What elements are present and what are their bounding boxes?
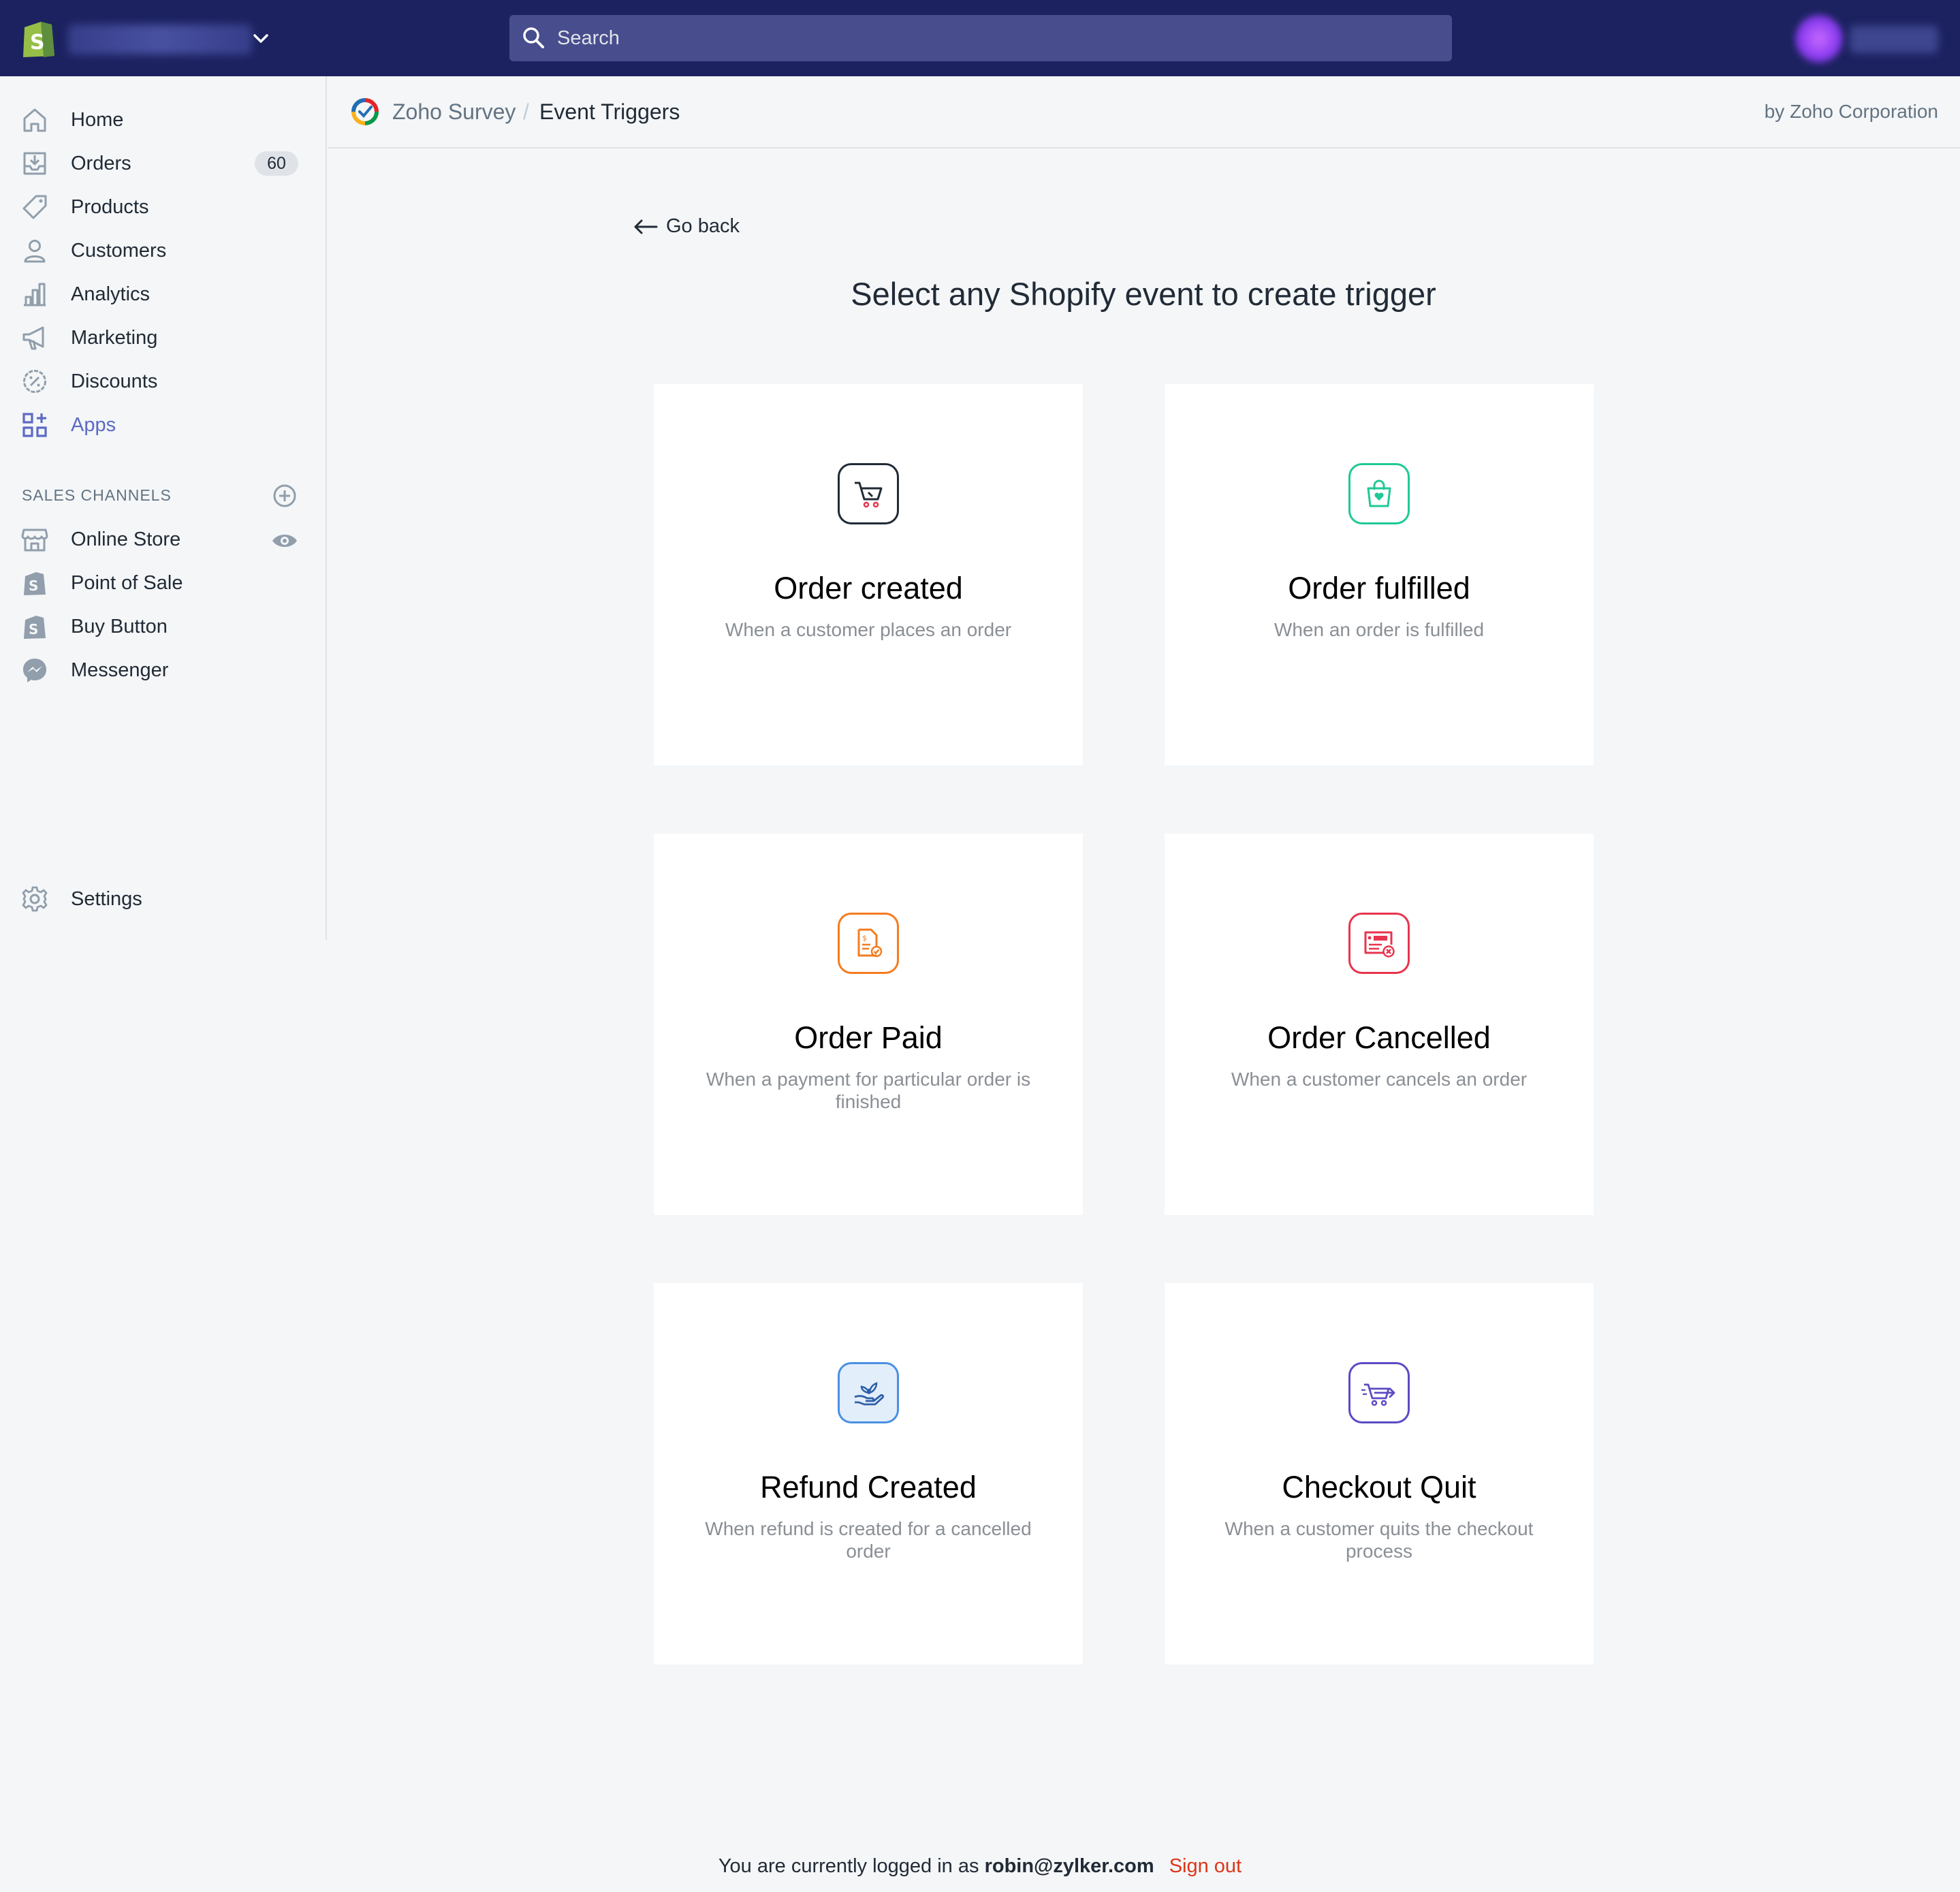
store-name-blurred[interactable]: [68, 25, 252, 54]
breadcrumb-app-link[interactable]: Zoho Survey: [392, 99, 516, 125]
breadcrumb-current-page: Event Triggers: [539, 99, 680, 124]
discount-badge-icon: [19, 366, 50, 397]
shopify-bag-icon: S: [19, 567, 50, 599]
tag-icon: [19, 191, 50, 223]
sidebar: Home Orders 60 Products Customers Analyt…: [0, 76, 327, 940]
arrow-left-icon: [634, 219, 658, 234]
search-icon: [523, 27, 544, 48]
sidebar-item-home[interactable]: Home: [19, 102, 305, 138]
app-developer-byline: by Zoho Corporation: [1764, 101, 1938, 122]
bar-chart-icon: [19, 279, 50, 310]
trigger-card-description: When refund is created for a cancelled o…: [705, 1518, 1032, 1562]
sidebar-item-buy-button[interactable]: S Buy Button: [19, 609, 305, 644]
login-status-prefix: You are currently logged in as: [718, 1855, 979, 1877]
sidebar-item-label: Home: [71, 108, 124, 131]
go-back-link[interactable]: Go back: [632, 215, 740, 238]
sidebar-item-label: Marketing: [71, 326, 158, 349]
home-icon: [19, 104, 50, 136]
sidebar-item-label: Buy Button: [71, 615, 168, 637]
sidebar-item-apps[interactable]: Apps: [19, 407, 305, 443]
login-status-footer: You are currently logged in as robin@zyl…: [0, 1855, 1960, 1878]
sidebar-item-label: Products: [71, 195, 149, 218]
sales-channels-heading: SALES CHANNELS: [22, 486, 172, 504]
chevron-down-icon[interactable]: [251, 29, 271, 49]
cancelled-order-icon: [1348, 913, 1410, 974]
sidebar-item-analytics[interactable]: Analytics: [19, 277, 305, 312]
sidebar-item-customers[interactable]: Customers: [19, 233, 305, 268]
trigger-card-title: Refund Created: [760, 1470, 977, 1504]
trigger-card-description: When a customer places an order: [725, 619, 1012, 640]
add-sales-channel-icon[interactable]: [271, 482, 298, 509]
sidebar-item-label: Analytics: [71, 283, 151, 305]
sidebar-item-products[interactable]: Products: [19, 189, 305, 225]
storefront-icon: [19, 524, 50, 555]
sidebar-item-label: Settings: [71, 887, 142, 910]
trigger-card-description: When a customer quits the checkout proce…: [1224, 1518, 1534, 1562]
sidebar-item-orders[interactable]: Orders 60: [19, 146, 305, 181]
top-bar: S: [0, 0, 1960, 76]
zoho-survey-logo-icon: [351, 98, 379, 125]
svg-text:S: S: [29, 621, 38, 637]
trigger-card-description: When an order is fulfilled: [1274, 619, 1485, 640]
trigger-card-order-paid[interactable]: $ Order Paid When a payment for particul…: [654, 834, 1083, 1215]
svg-text:$: $: [862, 934, 867, 943]
sidebar-item-point-of-sale[interactable]: S Point of Sale: [19, 565, 305, 601]
sidebar-item-discounts[interactable]: Discounts: [19, 364, 305, 399]
sidebar-item-label: Point of Sale: [71, 571, 183, 594]
gear-icon: [19, 883, 50, 915]
avatar[interactable]: [1795, 15, 1843, 63]
trigger-card-title: Order Paid: [794, 1020, 943, 1055]
account-name-blurred[interactable]: [1850, 26, 1938, 53]
sidebar-item-label: Orders: [71, 152, 131, 174]
eye-icon[interactable]: [270, 526, 300, 556]
sidebar-item-messenger[interactable]: Messenger: [19, 652, 305, 688]
megaphone-icon: [19, 322, 50, 353]
apps-grid-icon: [19, 409, 50, 441]
messenger-icon: [19, 655, 50, 686]
app-title-bar: Zoho Survey / Event Triggers by Zoho Cor…: [328, 76, 1960, 148]
trigger-card-description: When a payment for particular order is f…: [706, 1069, 1031, 1112]
go-back-label: Go back: [666, 215, 740, 237]
logged-in-email: robin@zylker.com: [984, 1855, 1154, 1877]
checkout-cart-icon: [1348, 1362, 1410, 1423]
refund-hand-icon: [838, 1362, 899, 1423]
page-heading: Select any Shopify event to create trigg…: [851, 276, 1436, 312]
orders-inbox-icon: [19, 148, 50, 179]
sidebar-item-settings[interactable]: Settings: [19, 881, 305, 917]
svg-text:S: S: [29, 578, 38, 594]
search-input[interactable]: [557, 22, 1436, 54]
shopping-bag-icon: [1348, 463, 1410, 524]
trigger-card-title: Checkout Quit: [1282, 1470, 1476, 1504]
trigger-card-title: Order Cancelled: [1267, 1020, 1491, 1055]
trigger-card-title: Order created: [774, 571, 963, 605]
trigger-card-title: Order fulfilled: [1288, 571, 1470, 605]
breadcrumb-separator: /: [523, 99, 529, 124]
trigger-card-refund-created[interactable]: Refund Created When refund is created fo…: [654, 1283, 1083, 1665]
trigger-card-order-cancelled[interactable]: Order Cancelled When a customer cancels …: [1165, 834, 1594, 1215]
sidebar-item-label: Customers: [71, 239, 167, 262]
trigger-card-order-fulfilled[interactable]: Order fulfilled When an order is fulfill…: [1165, 384, 1594, 766]
trigger-card-checkout-quit[interactable]: Checkout Quit When a customer quits the …: [1165, 1283, 1594, 1665]
shopify-bag-icon: S: [19, 611, 50, 642]
shopify-logo-icon[interactable]: S: [20, 18, 57, 59]
svg-text:S: S: [30, 31, 45, 54]
cart-icon: [838, 463, 899, 524]
trigger-card-order-created[interactable]: Order created When a customer places an …: [654, 384, 1083, 766]
orders-count-badge: 60: [255, 151, 298, 176]
sidebar-item-label: Messenger: [71, 659, 169, 681]
paid-invoice-icon: $: [838, 913, 899, 974]
sidebar-item-label: Discounts: [71, 370, 158, 392]
sidebar-item-label: Online Store: [71, 528, 181, 550]
person-icon: [19, 235, 50, 266]
trigger-card-description: When a customer cancels an order: [1231, 1069, 1528, 1090]
sidebar-item-marketing[interactable]: Marketing: [19, 320, 305, 356]
sidebar-item-label: Apps: [71, 413, 116, 436]
sign-out-link[interactable]: Sign out: [1169, 1855, 1242, 1877]
sidebar-item-online-store[interactable]: Online Store: [19, 522, 305, 557]
search-bar[interactable]: [509, 15, 1452, 61]
